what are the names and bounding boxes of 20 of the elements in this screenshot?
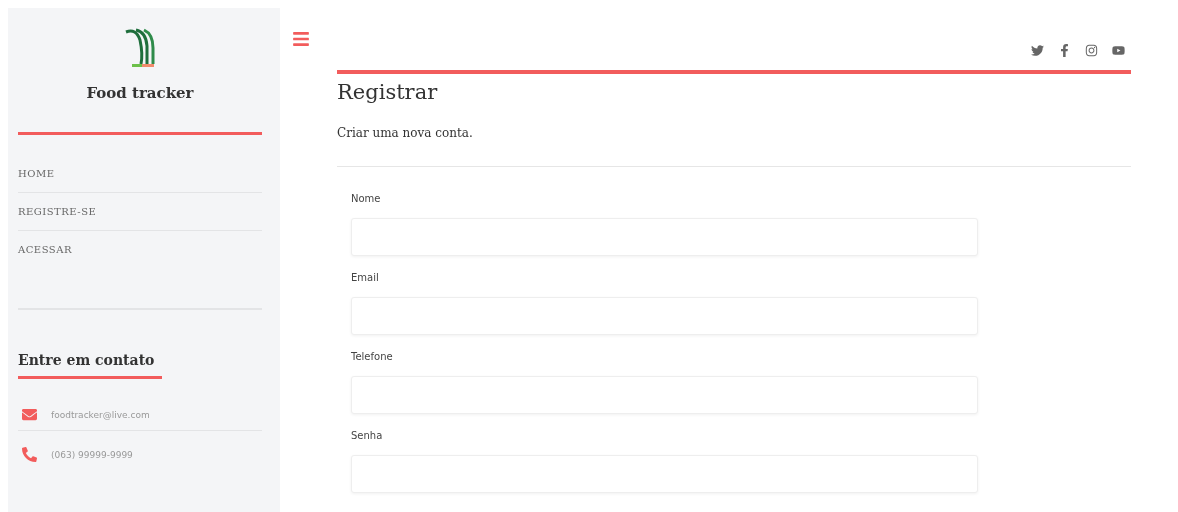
play-icon[interactable] (1112, 44, 1125, 57)
nav-link[interactable]: HOME (18, 155, 262, 193)
brand-name: Food tracker (86, 84, 194, 102)
field-label: Senha (351, 430, 384, 441)
contact-heading: Entre em contato (18, 352, 156, 368)
menu-icon[interactable] (292, 30, 310, 48)
page-title: Registrar (337, 70, 1131, 104)
nav-link[interactable]: REGISTRE-SE (18, 193, 262, 231)
phone-icon (22, 447, 37, 462)
page-subtitle: Criar uma nova conta. (337, 126, 474, 140)
letter-f-icon[interactable] (1058, 44, 1071, 57)
field-label: Telefone (351, 351, 394, 362)
envelope-icon (22, 407, 37, 422)
camera-icon[interactable] (1085, 44, 1098, 57)
field-label: Nome (351, 193, 382, 204)
bird-icon[interactable] (1031, 44, 1044, 57)
field-label: Email (351, 272, 380, 283)
contact-text: (063) 99999-9999 (51, 449, 133, 460)
contact-text: foodtracker@live.com (51, 409, 150, 420)
nav-link[interactable]: ACESSAR (18, 231, 262, 268)
